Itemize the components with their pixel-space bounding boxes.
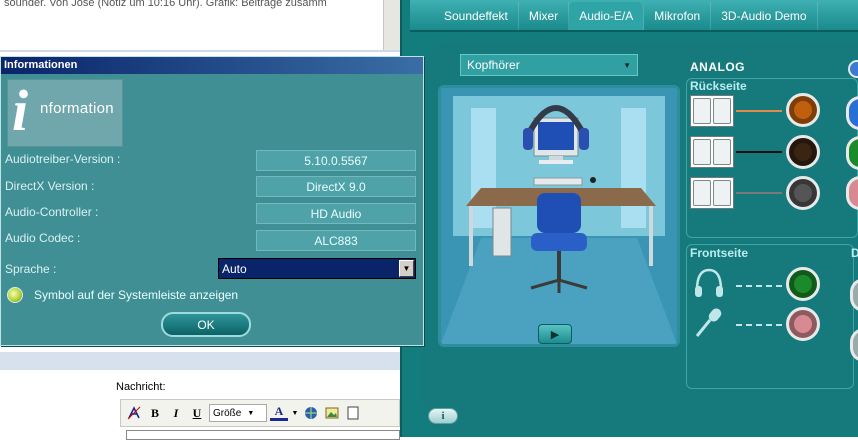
underline-button[interactable]: U [188, 404, 206, 422]
chevron-down-icon[interactable]: ▼ [291, 404, 299, 422]
chevron-down-icon[interactable]: ▼ [399, 260, 414, 277]
chevron-down-icon: ▼ [623, 60, 631, 70]
audio-codec-value: ALC883 [256, 230, 416, 251]
link-globe-icon[interactable] [302, 404, 320, 422]
tab-mikrofon[interactable]: Mikrofon [644, 2, 712, 30]
tab-soundeffekt[interactable]: Soundeffekt [434, 2, 519, 30]
language-label: Sprache : [5, 262, 57, 276]
tab-3d-audio-demo[interactable]: 3D-Audio Demo [711, 2, 818, 30]
jack-black[interactable] [786, 135, 820, 169]
cable-microphone [736, 324, 782, 326]
editor-toolbar: B I U Größe ▼ A ▼ [120, 399, 400, 427]
message-label: Nachricht: [116, 381, 166, 393]
cable-grey [736, 192, 782, 194]
rear-panel-label: Rückseite [690, 79, 747, 93]
font-size-select-label: Größe [213, 407, 242, 419]
cable-orange [736, 110, 782, 112]
speaker-side-icon[interactable] [690, 177, 734, 209]
italic-button[interactable]: I [167, 404, 185, 422]
driver-version-label: Audiotreiber-Version : [5, 152, 121, 166]
information-logo: i nformation [7, 79, 123, 147]
dialog-title: Informationen [1, 57, 423, 74]
chevron-down-icon: ▼ [247, 409, 255, 417]
output-device-label: Kopfhörer [467, 58, 520, 72]
microphone-icon[interactable] [692, 306, 726, 343]
audio-codec-label: Audio Codec : [5, 231, 81, 245]
ok-button[interactable]: OK [161, 312, 251, 337]
analog-title: ANALOG [690, 60, 745, 74]
logo-i-letter: i [12, 78, 29, 143]
font-size-select[interactable]: Größe ▼ [209, 404, 267, 422]
output-device-select[interactable]: Kopfhörer ▼ [460, 54, 638, 76]
jack-orange[interactable] [786, 93, 820, 127]
insert-image-icon[interactable] [323, 404, 341, 422]
language-select-value: Auto [222, 261, 247, 276]
tab-audio-ea[interactable]: Audio-E/A [569, 2, 645, 30]
format-clear-icon[interactable] [125, 404, 143, 422]
digital-section-label: D [851, 246, 858, 260]
logo-text: nformation [40, 100, 114, 117]
jack-grey[interactable] [786, 176, 820, 210]
tab-bar: Soundeffekt Mixer Audio-E/A Mikrofon 3D-… [410, 0, 858, 32]
language-select[interactable]: Auto ▼ [218, 258, 416, 279]
audio-controller-value: HD Audio [256, 203, 416, 224]
jack-pink-front[interactable] [786, 307, 820, 341]
information-dialog: Informationen i nformation Audiotreiber-… [0, 56, 424, 346]
tray-icon-toggle[interactable] [7, 287, 23, 303]
cable-black [736, 151, 782, 153]
background-divider [0, 50, 400, 52]
tray-icon-label: Symbol auf der Systemleiste anzeigen [34, 288, 239, 302]
background-page-text: sounder. Von Jose (Notiz um 10:16 Uhr). … [4, 0, 327, 9]
speaker-rear-icon[interactable] [690, 136, 734, 168]
play-icon: ▶ [550, 328, 560, 341]
directx-version-label: DirectX Version : [5, 179, 95, 193]
background-blue-bar [0, 352, 400, 370]
desk-scene-graphic [441, 88, 677, 344]
directx-version-value: DirectX 9.0 [256, 176, 416, 197]
headphone-scene-illustration [438, 85, 680, 347]
info-button[interactable]: i [428, 408, 458, 424]
headphone-icon[interactable] [692, 266, 726, 303]
background-scrollbar[interactable] [383, 0, 400, 50]
play-button[interactable]: ▶ [538, 324, 572, 344]
document-icon[interactable] [344, 404, 362, 422]
cable-headphone [736, 285, 782, 287]
message-editor[interactable] [126, 430, 400, 440]
tab-mixer[interactable]: Mixer [519, 2, 570, 30]
audio-controller-label: Audio-Controller : [5, 205, 99, 219]
font-color-button[interactable]: A [270, 404, 288, 421]
speaker-front-icon[interactable] [690, 95, 734, 127]
driver-version-value: 5.10.0.5567 [256, 150, 416, 171]
bold-button[interactable]: B [146, 404, 164, 422]
front-panel-label: Frontseite [690, 246, 749, 260]
jack-green-front[interactable] [786, 267, 820, 301]
